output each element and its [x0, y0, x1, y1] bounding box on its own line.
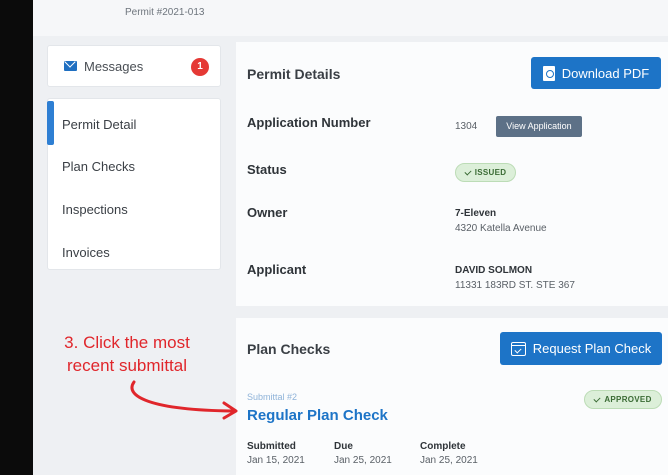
view-application-button[interactable]: View Application	[496, 116, 582, 137]
download-pdf-button[interactable]: Download PDF	[531, 57, 661, 89]
request-plan-check-button[interactable]: Request Plan Check	[500, 332, 662, 365]
download-pdf-label: Download PDF	[561, 65, 650, 81]
owner-address: 4320 Katella Avenue	[455, 223, 547, 234]
request-plan-check-label: Request Plan Check	[532, 341, 652, 356]
status-badge: ISSUED	[455, 163, 516, 182]
annotation-line-1: 3. Click the most	[64, 333, 190, 352]
top-header-strip	[33, 0, 668, 36]
due-date: Jan 25, 2021	[334, 455, 392, 466]
applicant-name: DAVID SOLMON	[455, 265, 533, 276]
permit-details-title: Permit Details	[247, 66, 341, 82]
sidebar-active-indicator	[47, 101, 54, 145]
applicant-address: 11331 183RD ST. STE 367	[455, 280, 575, 291]
complete-date: Jan 25, 2021	[420, 455, 478, 466]
left-black-bar	[0, 0, 33, 475]
sidebar-item-plan-checks[interactable]: Plan Checks	[62, 159, 135, 174]
instruction-annotation: 3. Click the most recent submittal	[41, 331, 213, 377]
status-label: Status	[247, 162, 287, 177]
due-label: Due	[334, 441, 353, 452]
annotation-line-2: recent submittal	[67, 356, 187, 375]
submitted-date: Jan 15, 2021	[247, 455, 305, 466]
envelope-icon	[64, 61, 77, 71]
submittal-status-badge: APPROVED	[584, 390, 662, 409]
annotation-arrow-icon	[130, 380, 238, 420]
sidebar-item-permit-detail[interactable]: Permit Detail	[62, 117, 136, 132]
calendar-check-icon	[510, 341, 526, 356]
owner-label: Owner	[247, 205, 288, 220]
plan-checks-title: Plan Checks	[247, 341, 331, 357]
application-number-value: 1304	[455, 121, 478, 132]
pdf-file-icon	[542, 65, 555, 81]
sidebar-item-invoices[interactable]: Invoices	[62, 245, 110, 260]
check-icon	[464, 167, 472, 176]
submitted-label: Submitted	[247, 441, 296, 452]
submittal-number: Submittal #2	[247, 392, 298, 402]
owner-name: 7-Eleven	[455, 208, 497, 219]
messages-label: Messages	[84, 59, 144, 74]
permit-number: Permit #2021-013	[125, 7, 205, 18]
messages-count-badge: 1	[191, 58, 209, 76]
sidebar-item-inspections[interactable]: Inspections	[62, 202, 128, 217]
application-number-label: Application Number	[247, 115, 371, 130]
status-value: ISSUED	[474, 168, 507, 177]
sidebar-nav: Permit Detail Plan Checks Inspections In…	[47, 98, 221, 270]
submittal-status-value: APPROVED	[604, 395, 652, 404]
applicant-label: Applicant	[247, 262, 307, 277]
regular-plan-check-link[interactable]: Regular Plan Check	[247, 407, 388, 424]
check-icon	[593, 394, 601, 403]
complete-label: Complete	[420, 441, 466, 452]
